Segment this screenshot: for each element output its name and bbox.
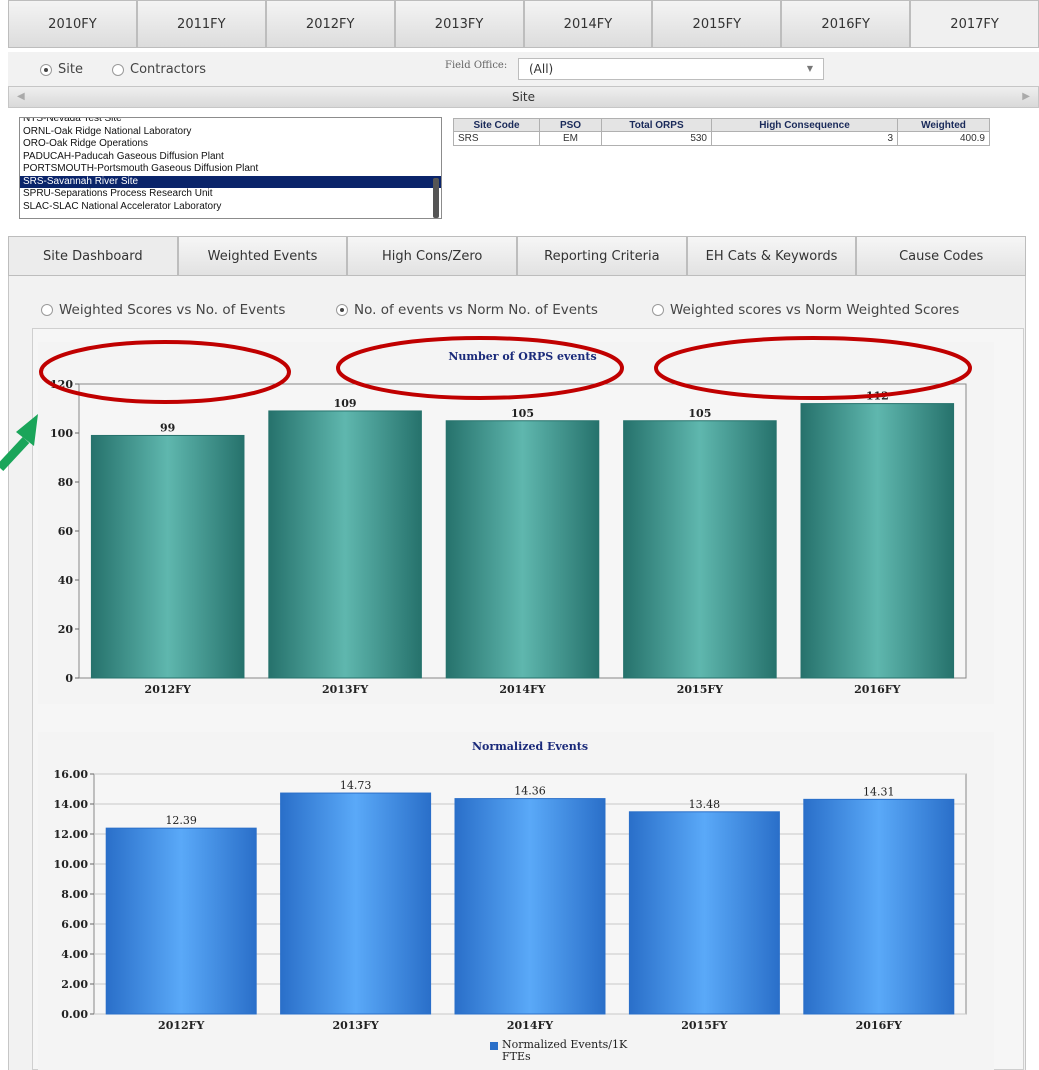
highlight-ellipse xyxy=(654,336,972,400)
annotation-overlay xyxy=(0,336,972,472)
arrow-icon xyxy=(0,414,38,472)
highlight-ellipse xyxy=(39,340,291,404)
highlight-ellipse xyxy=(336,336,624,400)
